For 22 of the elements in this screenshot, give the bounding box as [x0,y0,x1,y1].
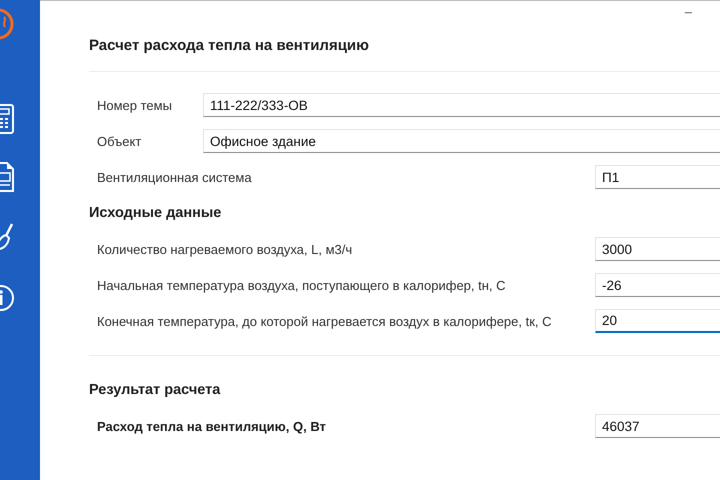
minimize-button[interactable]: – [678,1,698,21]
document-icon[interactable] [0,162,14,192]
field-label: Объект [97,134,142,148]
field-label: Номер темы [97,98,173,112]
input-field[interactable]: -26 [595,273,720,297]
window-title: Расчет расхода тепла на вентиляцию [88,36,370,56]
input-field[interactable]: 111-222/333-ОВ [203,93,720,117]
field-label: Начальная температура воздуха, поступающего в калорифер, tн, С [97,278,507,292]
input-field[interactable]: П1 [595,165,720,189]
section-heading: Результат расчета [88,381,222,400]
broom-icon[interactable] [0,222,14,252]
field-label: Количество нагреваемого воздуха, L, м3/ч [97,242,354,256]
info-icon[interactable] [0,284,14,312]
calculator-icon[interactable] [0,104,14,134]
field-label: Расход тепла на вентиляцию, Q, Вт [97,418,327,434]
field-label: Вентиляционная система [97,170,253,184]
input-field[interactable]: 3000 [595,237,720,261]
input-field[interactable]: 46037 [595,414,720,438]
section-heading: Исходные данные [88,204,222,223]
input-field[interactable]: Офисное здание [203,129,720,153]
input-field[interactable]: 20 [595,309,720,333]
field-label: Конечная температура, до которой нагревается воздух в калорифере, tк, С [97,314,553,328]
